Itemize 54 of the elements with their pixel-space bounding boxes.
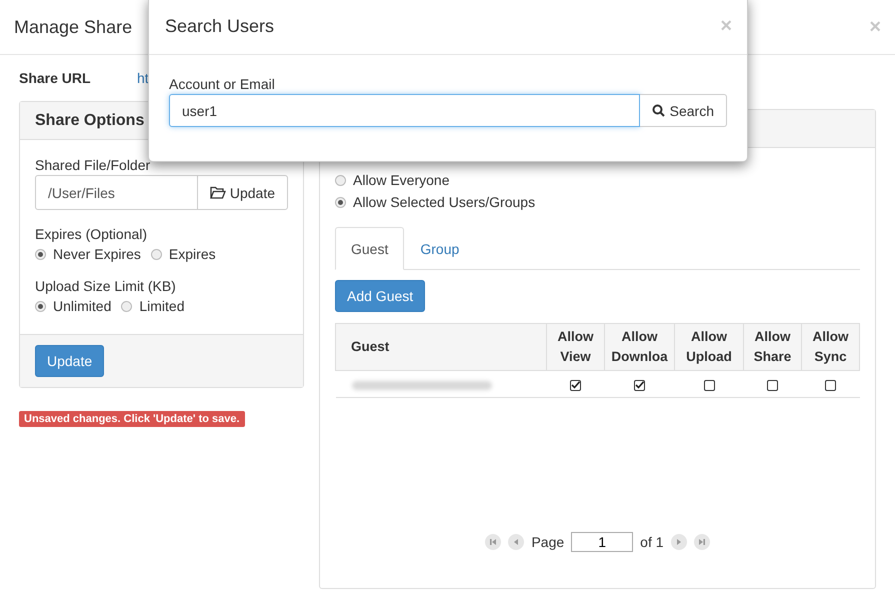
page-field[interactable]: 1 [571,532,634,552]
unsaved-alert: Unsaved changes. Click 'Update' to save. [19,411,245,427]
radio-option[interactable]: Unlimited [35,298,112,314]
add-guest-button[interactable]: Add Guest [335,280,426,312]
page-count: of 1 [640,534,664,550]
radio-button[interactable] [35,248,46,260]
radio-option[interactable]: Never Expires [35,246,141,262]
share-url-link[interactable]: ht [137,70,149,86]
first-page-icon[interactable] [485,534,502,550]
radio-label: Expires [168,246,216,262]
radio-button[interactable] [335,174,346,186]
folder-icon [210,186,226,199]
field-label: Shared File/Folder [35,157,152,173]
checkbox[interactable] [634,380,645,391]
field-label: Upload Size Limit (KB) [35,278,177,294]
radio-option[interactable]: Allow Selected Users/Groups [335,191,860,213]
checkbox[interactable] [767,380,778,391]
column-header: Allow View [546,324,604,370]
checkbox[interactable] [570,380,581,391]
modal-title: Search Users [165,16,274,36]
dialog-title: Manage Share [14,16,132,38]
previous-page-icon[interactable] [508,534,524,550]
radio-label: Limited [139,298,184,314]
page-label: Page [531,534,564,550]
checkbox[interactable] [825,380,836,391]
search-button[interactable]: Search [640,94,727,127]
radio-option[interactable]: Allow Everyone [335,169,860,191]
column-header: Allow Share [744,324,802,370]
field-label: Expires (Optional) [35,226,148,242]
folder-field[interactable]: /User/Files Update [35,175,288,210]
radio-label: Never Expires [53,246,141,262]
radio-option[interactable]: Expires [150,246,216,262]
column-header: Allow Sync [802,324,860,370]
column-header: Allow Downloa [604,324,674,370]
radio-label: Unlimited [53,298,112,314]
last-page-icon[interactable] [694,534,710,550]
search-icon [652,104,665,117]
checkbox[interactable] [704,380,714,391]
tab[interactable]: Group [404,227,476,270]
field-label: Account or Email [169,76,276,92]
radio-button[interactable] [150,248,162,260]
radio-option[interactable]: Limited [121,298,184,314]
radio-button[interactable] [335,196,346,208]
tab[interactable]: Guest [335,227,404,270]
radio-button[interactable] [121,300,132,312]
next-page-icon[interactable] [670,534,687,550]
update-button[interactable]: Update [35,345,104,377]
radio-label: Allow Everyone [353,172,450,188]
radio-button[interactable] [35,300,46,312]
share-url-label: Share URL [19,70,92,86]
column-header: Guest [336,324,546,370]
radio-label: Allow Selected Users/Groups [353,194,536,210]
column-header: Allow Upload [674,324,744,370]
search-field[interactable]: user1 [169,94,640,127]
